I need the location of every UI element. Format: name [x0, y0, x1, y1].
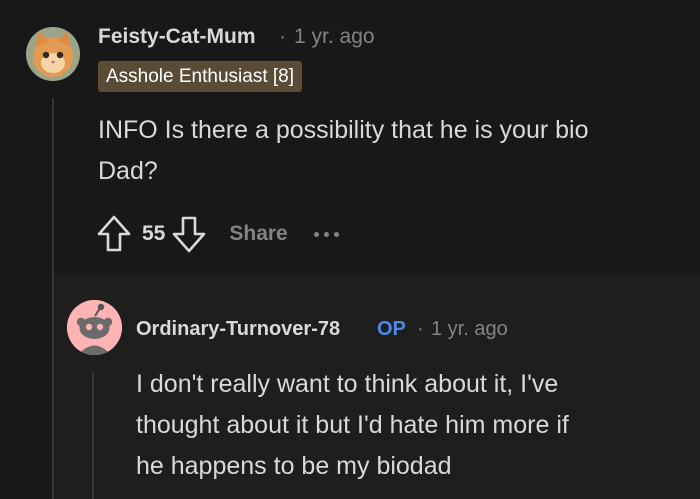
reply-timestamp[interactable]: 1 yr. ago	[431, 318, 508, 341]
more-options-button[interactable]	[313, 224, 339, 244]
comment-timestamp[interactable]: 1 yr. ago	[294, 25, 375, 49]
comment-body-line-2: Dad?	[98, 157, 158, 185]
reply-thread-line[interactable]	[92, 372, 94, 499]
vote-score: 55	[142, 222, 166, 245]
meta-separator: ·	[279, 25, 286, 48]
user-avatar[interactable]	[26, 27, 80, 81]
reply-body-line-1: I don't really want to think about it, I…	[136, 370, 559, 398]
more-dots-icon	[333, 231, 339, 237]
downvote-button[interactable]	[171, 214, 207, 254]
comment-body-line-1: INFO Is there a possibility that he is y…	[98, 116, 589, 144]
op-badge: OP	[377, 318, 406, 340]
comment-author-name[interactable]: Feisty-Cat-Mum	[98, 25, 256, 49]
reply-user-avatar[interactable]	[67, 300, 122, 355]
reply-meta-separator: ·	[417, 318, 424, 340]
user-flair: Asshole Enthusiast [8]	[98, 61, 302, 92]
share-button[interactable]: Share	[229, 222, 287, 246]
reply-author-name[interactable]: Ordinary-Turnover-78	[136, 318, 340, 341]
comment-actions-bar: 55 Share	[96, 212, 339, 256]
reply-body-line-3: he happens to be my biodad	[136, 452, 452, 480]
reply-body-line-2: thought about it but I'd hate him more i…	[136, 411, 569, 439]
more-dots-icon	[323, 231, 329, 237]
more-dots-icon	[313, 231, 319, 237]
downvote-arrow-icon	[173, 216, 206, 253]
upvote-button[interactable]	[96, 214, 132, 254]
upvote-arrow-icon	[97, 215, 131, 252]
